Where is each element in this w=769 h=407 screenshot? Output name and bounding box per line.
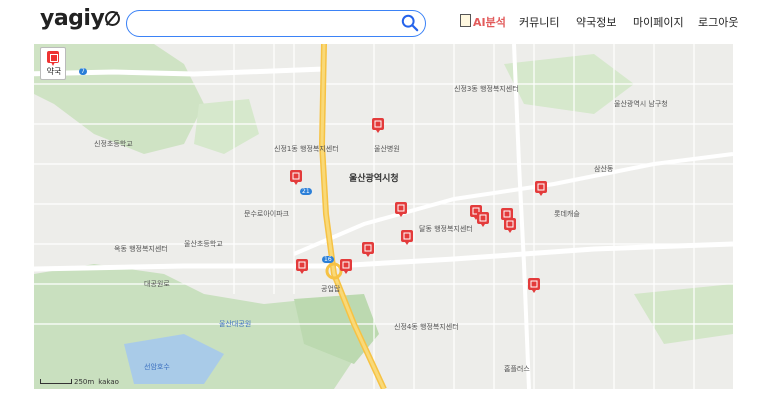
scale-label: 250m xyxy=(74,378,95,386)
logo-text: yagiy xyxy=(40,6,105,31)
search-box[interactable] xyxy=(126,10,426,37)
pharmacy-marker[interactable] xyxy=(296,259,308,274)
nav-logout[interactable]: 로그아웃 xyxy=(698,14,738,30)
label-park: 울산대공원 xyxy=(219,320,252,328)
document-icon xyxy=(460,14,471,27)
layer-toggle-label: 약국 xyxy=(46,67,62,76)
road-number-badge: 16 xyxy=(322,256,334,263)
yagiyo-logo[interactable]: yagiy xyxy=(40,6,121,31)
map-canvas[interactable] xyxy=(34,44,733,389)
pharmacy-marker[interactable] xyxy=(504,218,516,233)
label-apt-a: 문수로아이파크 xyxy=(244,210,290,218)
label-namgu-office: 울산광역시 남구청 xyxy=(614,100,668,108)
pharmacy-marker[interactable] xyxy=(401,230,413,245)
label-hospital: 울산병원 xyxy=(374,145,400,153)
map-scale: 250m kakao xyxy=(40,378,119,386)
search-input[interactable] xyxy=(141,15,395,35)
label-district-a: 신정1동 행정복지센터 xyxy=(274,145,339,153)
nav-ai-analysis-label: AI분석 xyxy=(473,16,506,29)
pharmacy-marker[interactable] xyxy=(528,278,540,293)
pharmacy-marker[interactable] xyxy=(477,212,489,227)
nav-community[interactable]: 커뮤니티 xyxy=(519,14,559,30)
label-school-b: 울산초등학교 xyxy=(184,240,223,248)
label-samsan: 삼산동 xyxy=(594,165,614,173)
scale-bar xyxy=(40,379,72,384)
label-apt-b: 롯데캐슬 xyxy=(554,210,580,218)
header-bar: yagiy AI분석 커뮤니티 약국정보 마이페이지 로그아웃 xyxy=(0,0,769,44)
label-district-b: 신정3동 행정복지센터 xyxy=(454,85,519,93)
nav-pharmacy-info[interactable]: 약국정보 xyxy=(576,14,616,30)
nav-my-page[interactable]: 마이페이지 xyxy=(633,14,684,30)
map-provider-logo: kakao xyxy=(98,378,119,386)
road-number-badge: 7 xyxy=(79,68,87,75)
label-district-c: 달동 행정복지센터 xyxy=(419,225,473,233)
label-district-d: 신정4동 행정복지센터 xyxy=(394,323,459,331)
pharmacy-marker[interactable] xyxy=(535,181,547,196)
label-school-a: 신정초등학교 xyxy=(94,140,133,148)
label-district-e: 옥동 행정복지센터 xyxy=(114,245,168,253)
park-area-hill xyxy=(194,99,259,154)
park-area-east xyxy=(634,284,733,344)
pharmacy-pin-icon xyxy=(47,51,59,66)
map-view[interactable]: 울산광역시청 울산광역시 남구청 신정1동 행정복지센터 신정3동 행정복지센터… xyxy=(34,44,733,389)
logo-mark-icon xyxy=(105,11,121,26)
pharmacy-layer-toggle[interactable]: 약국 xyxy=(40,47,66,80)
label-road-name: 대공원로 xyxy=(144,280,170,288)
search-icon[interactable] xyxy=(401,14,419,32)
label-lake: 선암호수 xyxy=(144,363,170,371)
label-gongeoptap: 공업탑 xyxy=(321,285,341,293)
pharmacy-marker[interactable] xyxy=(362,242,374,257)
pharmacy-marker[interactable] xyxy=(290,170,302,185)
road-number-badge: 21 xyxy=(300,188,312,195)
nav-ai-analysis[interactable]: AI분석 xyxy=(460,14,506,30)
label-city-hall: 울산광역시청 xyxy=(349,174,399,184)
label-mart: 홈플러스 xyxy=(504,365,530,373)
